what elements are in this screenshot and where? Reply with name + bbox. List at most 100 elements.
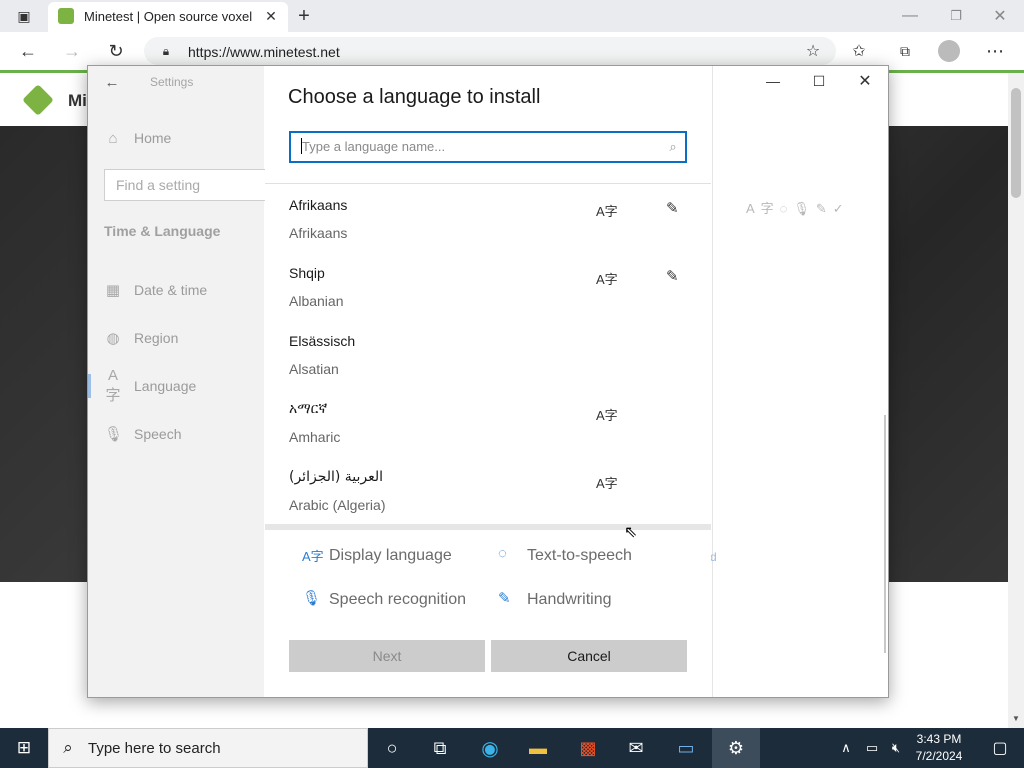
back-icon[interactable]: ← — [16, 40, 40, 62]
store-icon[interactable]: ▩ — [564, 728, 612, 768]
list-item[interactable] — [265, 258, 711, 320]
remote-desktop-icon[interactable]: ▭ — [662, 728, 710, 768]
legend-speech-recognition: Speech recognition — [329, 591, 466, 608]
nav-speech[interactable]: 🎙︎ Speech — [104, 422, 181, 446]
language-english-name: Alsatian — [289, 361, 339, 377]
minimize-window-icon[interactable]: — — [762, 72, 784, 90]
cortana-icon[interactable]: ○ — [368, 728, 416, 768]
nav-label: Language — [134, 378, 197, 394]
restore-browser-icon[interactable]: ❐ — [946, 6, 966, 26]
nav-language[interactable]: A字 Language — [104, 367, 197, 404]
url-text: https://www.minetest.net — [188, 44, 340, 60]
display-language-legend-icon: A字 — [302, 549, 324, 564]
settings-back-icon[interactable]: ← — [102, 72, 122, 92]
forward-icon[interactable]: → — [60, 40, 84, 62]
list-divider — [265, 183, 711, 184]
background-feature-icons: A字◌🎙︎✎✓ — [746, 201, 850, 216]
calendar-icon: ▦ — [105, 282, 121, 299]
cancel-button[interactable]: Cancel — [491, 640, 687, 672]
nav-region[interactable]: ◍ Region — [104, 326, 178, 350]
nav-home[interactable]: ⌂ Home — [104, 126, 171, 150]
settings-gear-icon[interactable]: ⚙ — [712, 728, 760, 768]
home-icon: ⌂ — [108, 129, 118, 147]
find-setting-input[interactable]: Find a setting — [104, 169, 274, 201]
close-browser-icon[interactable]: ✕ — [990, 6, 1010, 26]
background-scrollbar — [884, 415, 886, 653]
search-icon: ⌕ — [669, 139, 677, 154]
network-icon[interactable]: ▭ — [860, 728, 884, 768]
notifications-icon[interactable]: ▢ — [976, 728, 1024, 768]
list-item[interactable] — [265, 394, 711, 456]
mouse-cursor-icon: ⇖ — [624, 524, 638, 541]
favorites-icon[interactable]: ✩ — [848, 40, 870, 62]
collections-icon[interactable]: ⧉ — [894, 40, 916, 62]
language-english-name: Amharic — [289, 429, 341, 445]
language-native-name: Elsässisch — [289, 333, 356, 349]
start-windows-icon[interactable]: ⊞ — [0, 728, 48, 768]
add-favorite-icon[interactable]: ☆ — [802, 40, 824, 62]
edge-icon[interactable]: ◉ — [466, 728, 514, 768]
volume-muted-icon[interactable]: 🔇︎ — [884, 728, 908, 768]
legend-text-to-speech: Text-to-speech — [527, 547, 632, 564]
list-horizontal-scrollbar[interactable] — [265, 524, 711, 530]
handwriting-icon: ✎ — [666, 200, 679, 217]
nav-label: Speech — [134, 426, 182, 442]
close-window-icon[interactable]: ✕ — [854, 71, 876, 91]
legend-handwriting: Handwriting — [527, 591, 612, 608]
language-native-name: العربية (الجزائر) — [289, 469, 384, 485]
taskbar-search-icon: ⌕ — [63, 738, 73, 757]
language-native-name: Afrikaans — [289, 197, 348, 213]
handwriting-icon: ✎ — [666, 268, 679, 285]
language-english-name: Afrikaans — [289, 225, 348, 241]
speech-recognition-legend-icon: 🎙︎ — [302, 590, 322, 607]
nav-selected-indicator — [88, 374, 91, 398]
settings-content-area — [712, 66, 888, 697]
clock-date: 7/2/2024 — [915, 749, 963, 763]
taskbar-clock[interactable]: 3:43 PM 7/2/2024 — [906, 731, 972, 765]
globe-icon: ◍ — [106, 330, 120, 347]
task-view-icon[interactable]: ⧉ — [416, 728, 464, 768]
scroll-down-icon[interactable]: ▼ — [1010, 712, 1022, 724]
tab-title: Minetest | Open source voxel ga — [84, 9, 256, 24]
display-language-icon: A字 — [596, 272, 618, 287]
nav-home-label: Home — [134, 130, 172, 146]
handwriting-legend-icon: ✎ — [498, 590, 511, 607]
language-native-name: አማርኛ — [289, 401, 328, 417]
taskbar-search-placeholder: Type here to search — [88, 740, 221, 757]
refresh-icon[interactable]: ↻ — [104, 40, 128, 62]
more-options-icon[interactable]: ⋯ — [984, 40, 1006, 62]
nav-label: Date & time — [134, 282, 208, 298]
language-english-name: Albanian — [289, 293, 344, 309]
legend-display-language: Display language — [329, 547, 452, 564]
language-english-name: Arabic (Algeria) — [289, 497, 386, 513]
dialog-title: Choose a language to install — [288, 86, 541, 108]
tab-actions-icon[interactable]: ▣ — [14, 6, 34, 26]
page-scrollbar-thumb[interactable] — [1011, 88, 1021, 198]
nav-label: Region — [134, 330, 179, 346]
display-language-icon: A字 — [596, 204, 618, 219]
settings-header: Settings — [150, 75, 194, 89]
file-explorer-icon[interactable]: ▬ — [514, 728, 562, 768]
display-language-icon: A字 — [596, 476, 618, 491]
tab-close-icon[interactable]: ✕ — [262, 7, 280, 25]
display-language-icon: A字 — [596, 408, 618, 423]
search-placeholder: Type a language name... — [302, 139, 446, 154]
nav-date-time[interactable]: ▦ Date & time — [104, 278, 207, 302]
minimize-browser-icon[interactable]: — — [900, 6, 920, 26]
background-text-fragment: d — [710, 550, 717, 564]
next-button[interactable]: Next — [289, 640, 485, 672]
new-tab-icon[interactable]: + — [294, 5, 314, 27]
maximize-window-icon[interactable]: ☐ — [808, 71, 830, 91]
clock-time: 3:43 PM — [916, 732, 962, 746]
language-native-name: Shqip — [289, 265, 325, 281]
language-icon: A字 — [105, 367, 121, 404]
site-name[interactable]: Mi — [68, 91, 87, 111]
section-title: Time & Language — [104, 223, 221, 239]
lock-icon[interactable]: 🔒︎ — [158, 42, 174, 60]
microphone-icon: 🎙︎ — [104, 426, 124, 443]
tray-chevron-up-icon[interactable]: ∧ — [834, 728, 858, 768]
minetest-favicon — [58, 8, 74, 24]
profile-avatar[interactable] — [938, 40, 960, 62]
mail-icon[interactable]: ✉ — [612, 728, 660, 768]
text-to-speech-legend-icon: ◌ — [498, 545, 507, 562]
